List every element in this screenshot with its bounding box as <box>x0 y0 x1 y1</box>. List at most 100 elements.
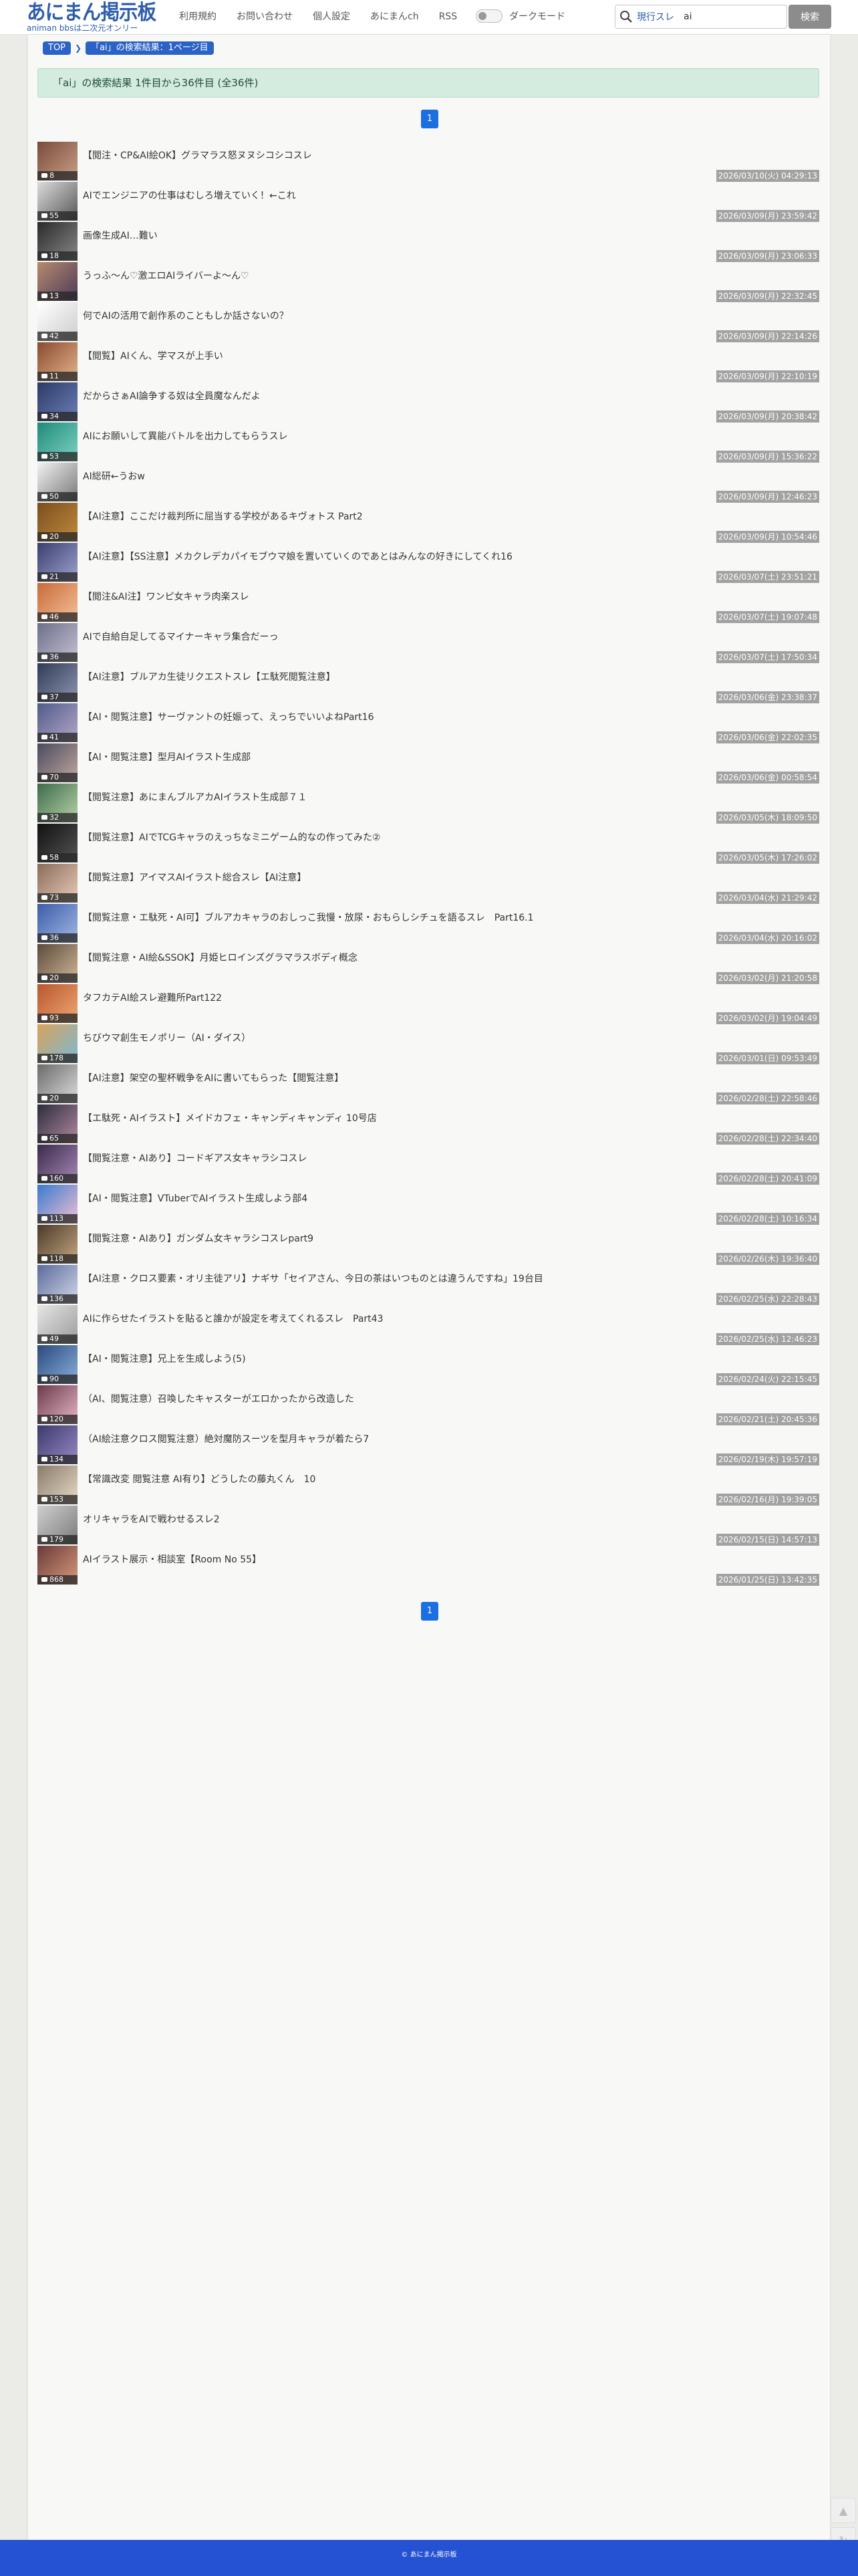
thread-title-link[interactable]: 【閲覧注意・AIあり】コードギアス女キャラシコスレ <box>83 1151 307 1165</box>
thread-thumbnail[interactable]: 868 <box>37 1546 78 1585</box>
thread-thumbnail[interactable]: 65 <box>37 1104 78 1143</box>
thread-title-link[interactable]: 【エ駄死・AIイラスト】メイドカフェ・キャンディキャンディ 10号店 <box>83 1111 377 1125</box>
thread-row[interactable]: 42 何でAIの活用で創作系のこともしか話さないの？ 2026/03/09(月) 2… <box>37 302 819 342</box>
thread-title-link[interactable]: 【常識改変 閲覧注意 AI有り】どうしたの藤丸くん 10 <box>83 1472 315 1486</box>
thread-title-link[interactable]: 【AI・閲覧注意】サーヴァントの妊娠って、えっちでいいよねPart16 <box>83 710 374 723</box>
thread-thumbnail[interactable]: 118 <box>37 1225 78 1264</box>
search-input[interactable] <box>684 11 777 22</box>
thread-thumbnail[interactable]: 37 <box>37 663 78 702</box>
site-logo[interactable]: あにまん掲示板 animan bbsは二次元オンリー <box>27 1 167 33</box>
thread-thumbnail[interactable]: 32 <box>37 784 78 822</box>
thread-thumbnail[interactable]: 53 <box>37 423 78 461</box>
thread-thumbnail[interactable]: 34 <box>37 382 78 421</box>
thread-row[interactable]: 53 AIにお願いして異能バトルを出力してもらうスレ 2026/03/09(月) 1… <box>37 423 819 463</box>
breadcrumb-top[interactable]: TOP <box>43 41 72 55</box>
thread-title-link[interactable]: （AI絵注意クロス閲覧注意）絶対魔防スーツを型月キャラが着たら7 <box>83 1432 369 1445</box>
thread-row[interactable]: 8 【閲注・CP&AI絵OK】グラマラス怒ヌヌシコシコスレ 2026/03/10(火… <box>37 142 819 182</box>
thread-thumbnail[interactable]: 20 <box>37 944 78 983</box>
thread-row[interactable]: 73 【閲覧注意】アイマスAIイラスト総合スレ【AI注意】 2026/03/04(水… <box>37 864 819 904</box>
thread-row[interactable]: 46 【閲注&AI注】ワンピ女キャラ肉楽スレ 2026/03/07(土) 19:07… <box>37 583 819 623</box>
thread-title-link[interactable]: 【AI注意】ブルアカ生徒リクエストスレ【エ駄死閲覧注意】 <box>83 670 335 683</box>
thread-title-link[interactable]: ちびウマ創生モノポリー（AI・ダイス） <box>83 1031 251 1044</box>
thread-thumbnail[interactable]: 120 <box>37 1385 78 1424</box>
thread-title-link[interactable]: 【閲注・CP&AI絵OK】グラマラス怒ヌヌシコシコスレ <box>83 148 312 162</box>
thread-title-link[interactable]: タフカテAI絵スレ避難所Part122 <box>83 991 222 1004</box>
thread-thumbnail[interactable]: 153 <box>37 1466 78 1504</box>
thread-row[interactable]: 868 AIイラスト展示・相談室【Room No 55】 2026/01/25(日)… <box>37 1546 819 1586</box>
thread-row[interactable]: 136 【AI注意・クロス要素・オリ主徒アリ】ナギサ「セイアさん、今日の茶はいつも… <box>37 1265 819 1305</box>
thread-row[interactable]: 49 AIに作らせたイラストを貼ると誰かが設定を考えてくれるスレ Part43 20… <box>37 1305 819 1345</box>
thread-thumbnail[interactable]: 73 <box>37 864 78 903</box>
thread-thumbnail[interactable]: 20 <box>37 1064 78 1103</box>
thread-row[interactable]: 160 【閲覧注意・AIあり】コードギアス女キャラシコスレ 2026/02/28(土… <box>37 1145 819 1185</box>
thread-thumbnail[interactable]: 134 <box>37 1425 78 1464</box>
thread-thumbnail[interactable]: 8 <box>37 142 78 181</box>
thread-thumbnail[interactable]: 113 <box>37 1185 78 1223</box>
thread-row[interactable]: 20 【閲覧注意・AI絵&SSOK】月姫ヒロインズグラマラスボディ概念 2026/0… <box>37 944 819 984</box>
thread-row[interactable]: 58 【閲覧注意】AIでTCGキャラのえっちなミニゲーム的なの作ってみた② 2026… <box>37 824 819 864</box>
thread-row[interactable]: 113 【AI・閲覧注意】VTuberでAIイラスト生成しよう部4 2026/02/… <box>37 1185 819 1225</box>
thread-title-link[interactable]: 【閲注&AI注】ワンピ女キャラ肉楽スレ <box>83 590 249 603</box>
thread-row[interactable]: 178 ちびウマ創生モノポリー（AI・ダイス） 2026/03/01(日) 09:5… <box>37 1024 819 1064</box>
thread-row[interactable]: 36 AIで自給自足してるマイナーキャラ集合だーっ 2026/03/07(土) 17… <box>37 623 819 663</box>
thread-title-link[interactable]: 画像生成AI…難い <box>83 229 158 242</box>
thread-thumbnail[interactable]: 18 <box>37 222 78 261</box>
thread-row[interactable]: 34 だからさぁAI論争する奴は全員魔なんだよ 2026/03/09(月) 20:3… <box>37 382 819 423</box>
thread-title-link[interactable]: 【AI注意】【SS注意】メカクレデカパイモブウマ娘を置いていくのであとはみんなの… <box>83 550 513 563</box>
thread-row[interactable]: 13 うっふ〜ん♡激エロAIライバーよ〜ん♡ 2026/03/09(月) 22:32… <box>37 262 819 302</box>
nav-rss[interactable]: RSS <box>439 9 458 24</box>
thread-thumbnail[interactable]: 36 <box>37 904 78 943</box>
thread-thumbnail[interactable]: 179 <box>37 1506 78 1544</box>
thread-thumbnail[interactable]: 160 <box>37 1145 78 1183</box>
thread-title-link[interactable]: 【閲覧注意】アイマスAIイラスト総合スレ【AI注意】 <box>83 870 306 884</box>
thread-row[interactable]: 21 【AI注意】【SS注意】メカクレデカパイモブウマ娘を置いていくのであとはみん… <box>37 543 819 583</box>
thread-title-link[interactable]: AI総研←うおw <box>83 469 145 483</box>
thread-title-link[interactable]: 何でAIの活用で創作系のこともしか話さないの？ <box>83 309 289 322</box>
nav-contact[interactable]: お問い合わせ <box>237 9 293 24</box>
thread-row[interactable]: 134 （AI絵注意クロス閲覧注意）絶対魔防スーツを型月キャラが着たら7 2026/… <box>37 1425 819 1466</box>
thread-row[interactable]: 41 【AI・閲覧注意】サーヴァントの妊娠って、えっちでいいよねPart16 202… <box>37 703 819 743</box>
thread-row[interactable]: 179 オリキャラをAIで戦わせるスレ2 2026/02/15(日) 14:57:1… <box>37 1506 819 1546</box>
thread-thumbnail[interactable]: 11 <box>37 342 78 381</box>
toggle-switch[interactable] <box>476 9 503 23</box>
thread-title-link[interactable]: 【閲覧】AIくん、学マスが上手い <box>83 349 223 362</box>
pagination-page-bottom[interactable]: 1 <box>421 1602 438 1621</box>
thread-title-link[interactable]: 【閲覧注意・エ駄死・AI可】ブルアカキャラのおしっこ我慢・放尿・おもらしシチュを… <box>83 911 534 924</box>
thread-row[interactable]: 20 【AI注意】ここだけ裁判所に屈当する学校があるキヴォトス Part2 2026… <box>37 503 819 543</box>
thread-title-link[interactable]: 【閲覧注意】AIでTCGキャラのえっちなミニゲーム的なの作ってみた② <box>83 830 381 844</box>
thread-title-link[interactable]: 【AI・閲覧注意】兄上を生成しよう(5) <box>83 1352 246 1365</box>
thread-thumbnail[interactable]: 50 <box>37 463 78 501</box>
nav-animanch[interactable]: あにまんch <box>370 9 419 24</box>
thread-row[interactable]: 70 【AI・閲覧注意】型月AIイラスト生成部 2026/03/06(金) 00:5… <box>37 743 819 784</box>
thread-thumbnail[interactable]: 36 <box>37 623 78 662</box>
thread-thumbnail[interactable]: 49 <box>37 1305 78 1344</box>
search-button[interactable]: 検索 <box>789 5 831 29</box>
pagination-page-top[interactable]: 1 <box>421 110 438 128</box>
thread-row[interactable]: 37 【AI注意】ブルアカ生徒リクエストスレ【エ駄死閲覧注意】 2026/03/06… <box>37 663 819 703</box>
thread-row[interactable]: 50 AI総研←うおw 2026/03/09(月) 12:46:23 <box>37 463 819 503</box>
search-scope-select[interactable]: 現行スレ <box>637 10 674 23</box>
thread-title-link[interactable]: オリキャラをAIで戦わせるスレ2 <box>83 1512 220 1526</box>
thread-row[interactable]: 18 画像生成AI…難い 2026/03/09(月) 23:06:33 <box>37 222 819 262</box>
thread-thumbnail[interactable]: 41 <box>37 703 78 742</box>
nav-settings[interactable]: 個人設定 <box>313 9 350 24</box>
thread-row[interactable]: 65 【エ駄死・AIイラスト】メイドカフェ・キャンディキャンディ 10号店 2026… <box>37 1104 819 1145</box>
nav-terms[interactable]: 利用規約 <box>179 9 217 24</box>
thread-row[interactable]: 90 【AI・閲覧注意】兄上を生成しよう(5) 2026/02/24(火) 22:1… <box>37 1345 819 1385</box>
thread-title-link[interactable]: AIに作らせたイラストを貼ると誰かが設定を考えてくれるスレ Part43 <box>83 1312 383 1325</box>
thread-title-link[interactable]: AIで自給自足してるマイナーキャラ集合だーっ <box>83 630 278 643</box>
thread-thumbnail[interactable]: 55 <box>37 182 78 221</box>
thread-thumbnail[interactable]: 178 <box>37 1024 78 1063</box>
thread-thumbnail[interactable]: 136 <box>37 1265 78 1304</box>
thread-row[interactable]: 55 AIでエンジニアの仕事はむしろ増えていく！←これ 2026/03/09(月) … <box>37 182 819 222</box>
thread-row[interactable]: 36 【閲覧注意・エ駄死・AI可】ブルアカキャラのおしっこ我慢・放尿・おもらしシチ… <box>37 904 819 944</box>
thread-title-link[interactable]: 【AI・閲覧注意】VTuberでAIイラスト生成しよう部4 <box>83 1191 307 1205</box>
thread-title-link[interactable]: だからさぁAI論争する奴は全員魔なんだよ <box>83 389 261 402</box>
thread-title-link[interactable]: うっふ〜ん♡激エロAIライバーよ〜ん♡ <box>83 269 249 282</box>
thread-row[interactable]: 153 【常識改変 閲覧注意 AI有り】どうしたの藤丸くん 10 2026/02/1… <box>37 1466 819 1506</box>
thread-title-link[interactable]: 【AI注意・クロス要素・オリ主徒アリ】ナギサ「セイアさん、今日の茶はいつものとは… <box>83 1272 543 1285</box>
thread-title-link[interactable]: （AI、閲覧注意）召喚したキャスターがエロかったから改造した <box>83 1392 354 1405</box>
thread-thumbnail[interactable]: 58 <box>37 824 78 862</box>
thread-row[interactable]: 20 【AI注意】架空の聖杯戦争をAIに書いてもらった【閲覧注意】 2026/02/… <box>37 1064 819 1104</box>
thread-thumbnail[interactable]: 70 <box>37 743 78 782</box>
